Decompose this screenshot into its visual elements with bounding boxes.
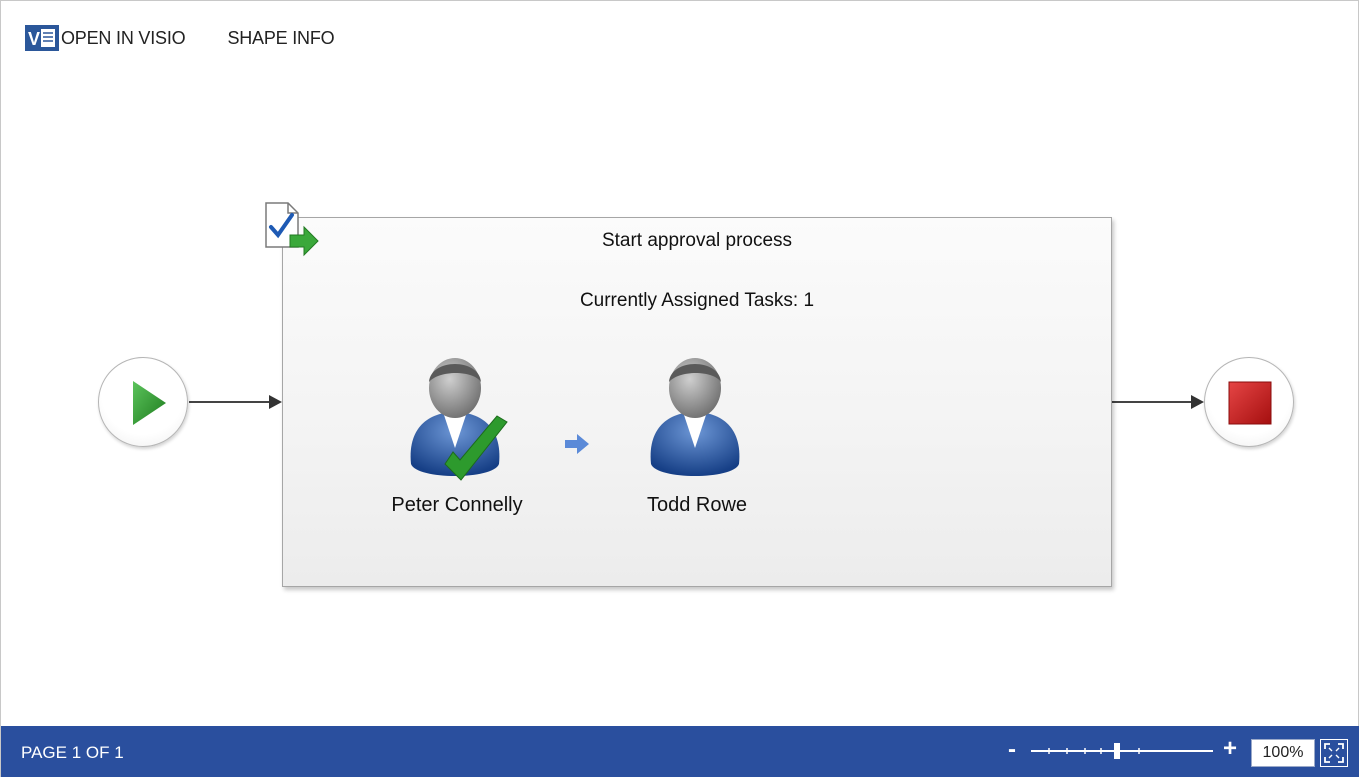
zoom-in-button[interactable]: + <box>1223 737 1237 761</box>
assignee-peter-connelly[interactable]: Peter Connelly <box>377 352 537 517</box>
end-shape[interactable] <box>1204 357 1294 447</box>
visio-web-viewer: V OPEN IN VISIO SHAPE INFO Start approva… <box>0 0 1359 777</box>
zoom-out-button[interactable]: - <box>1008 738 1016 762</box>
zoom-level[interactable]: 100% <box>1251 739 1315 767</box>
assignee-todd-rowe[interactable]: Todd Rowe <box>617 352 777 517</box>
zoom-slider-thumb[interactable] <box>1114 743 1120 759</box>
diagram-canvas[interactable]: Start approval process Currently Assigne… <box>1 1 1359 726</box>
user-icon <box>650 358 740 476</box>
assignee-name: Peter Connelly <box>391 494 523 516</box>
approval-stage[interactable]: Start approval process Currently Assigne… <box>282 217 1112 587</box>
start-connector <box>189 395 282 409</box>
assigned-tasks-count: Currently Assigned Tasks: 1 <box>579 290 815 311</box>
start-shape[interactable] <box>98 357 188 447</box>
page-indicator: PAGE 1 OF 1 <box>21 743 124 762</box>
approval-stage-icon <box>265 202 319 257</box>
sequence-arrow-icon <box>565 434 589 454</box>
zoom-slider[interactable] <box>1027 742 1217 760</box>
stage-title: Start approval process <box>601 230 793 251</box>
stop-icon <box>1228 381 1272 425</box>
play-icon <box>133 381 166 425</box>
assignee-name: Todd Rowe <box>646 494 748 516</box>
fit-to-window-icon[interactable] <box>1320 739 1348 767</box>
end-connector <box>1112 395 1204 409</box>
user-icon <box>410 358 508 481</box>
status-bar: PAGE 1 OF 1 - + 100% <box>1 726 1359 777</box>
